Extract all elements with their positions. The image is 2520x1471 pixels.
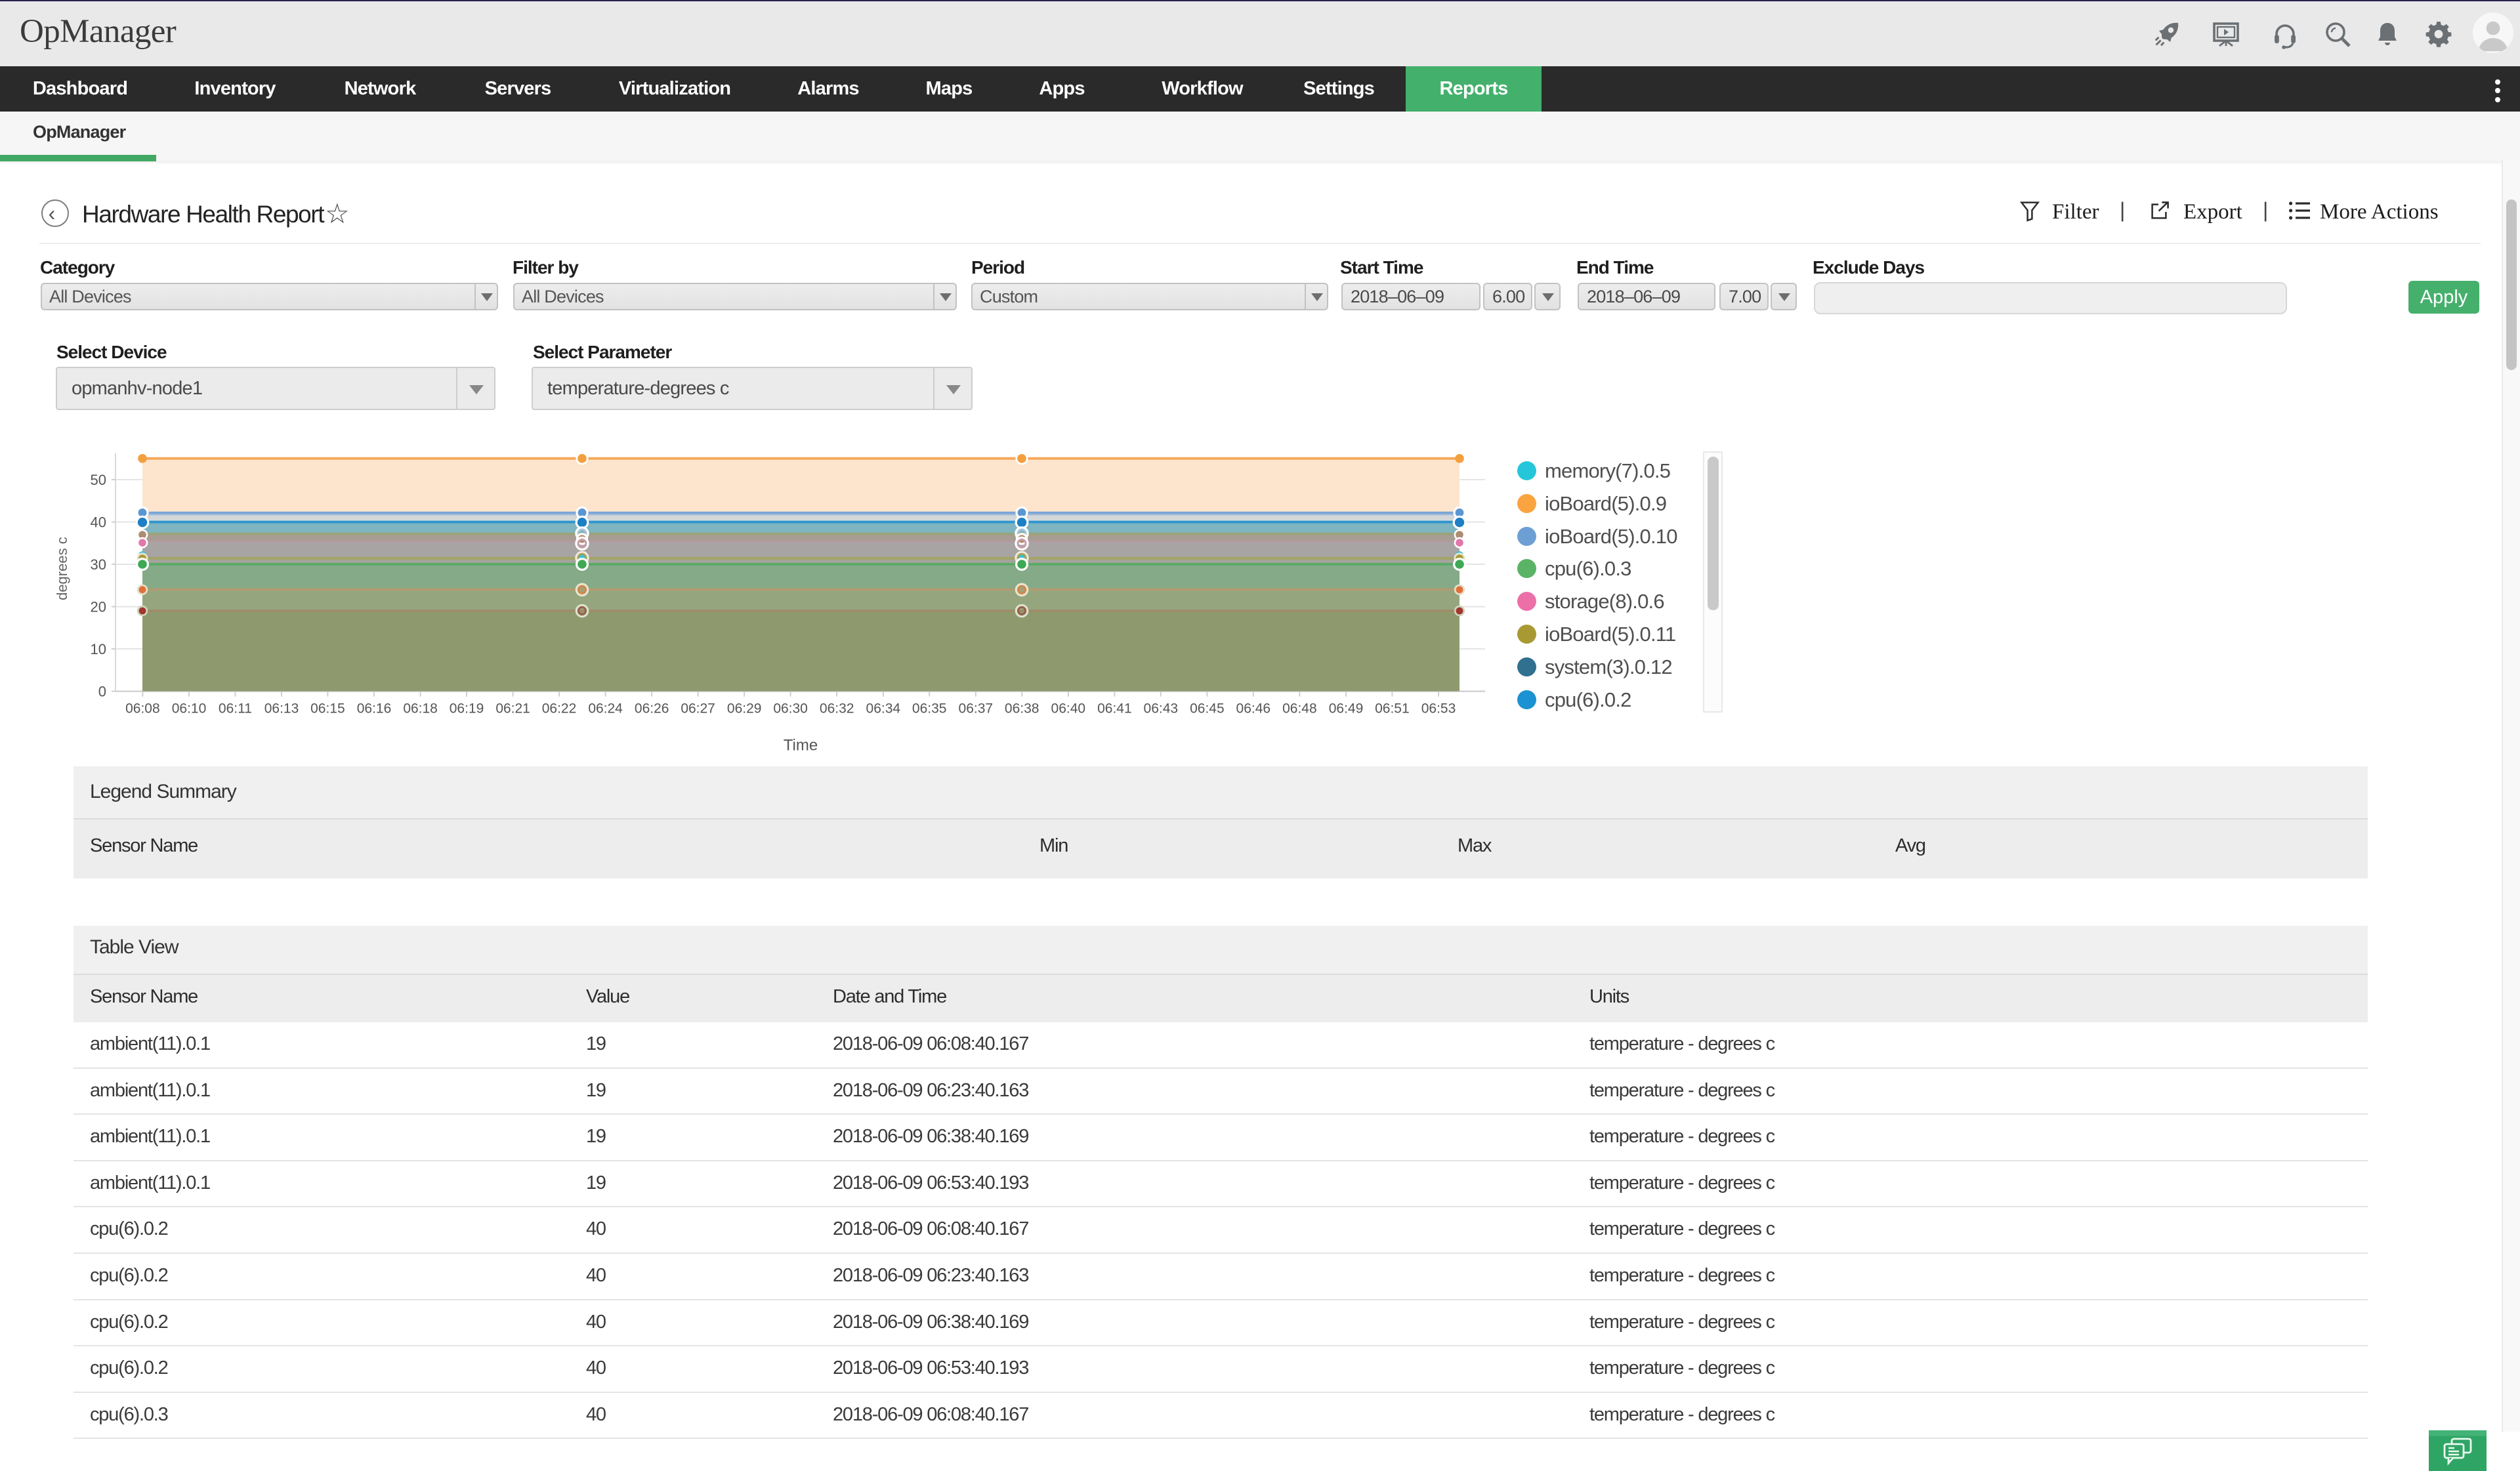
svg-text:06:41: 06:41	[1097, 701, 1132, 716]
svg-text:06:08: 06:08	[125, 701, 160, 716]
svg-text:06:22: 06:22	[542, 701, 577, 716]
svg-text:06:13: 06:13	[264, 701, 299, 716]
svg-text:06:51: 06:51	[1375, 701, 1410, 716]
svg-text:06:15: 06:15	[310, 701, 345, 716]
svg-text:06:24: 06:24	[588, 701, 623, 716]
svg-text:06:43: 06:43	[1144, 701, 1179, 716]
svg-text:06:37: 06:37	[959, 701, 994, 716]
svg-text:20: 20	[91, 599, 106, 615]
svg-text:06:29: 06:29	[727, 701, 762, 716]
svg-text:40: 40	[91, 514, 106, 531]
svg-text:06:34: 06:34	[866, 701, 901, 716]
svg-text:Time: Time	[784, 737, 818, 755]
svg-text:10: 10	[91, 641, 106, 657]
svg-text:06:32: 06:32	[820, 701, 854, 716]
svg-text:06:30: 06:30	[773, 701, 808, 716]
svg-text:06:27: 06:27	[681, 701, 715, 716]
svg-text:06:16: 06:16	[357, 701, 392, 716]
svg-text:30: 30	[91, 556, 106, 573]
svg-text:06:40: 06:40	[1051, 701, 1086, 716]
svg-text:06:21: 06:21	[495, 701, 530, 716]
svg-text:06:38: 06:38	[1005, 701, 1040, 716]
svg-text:50: 50	[91, 472, 106, 488]
svg-text:06:46: 06:46	[1236, 701, 1271, 716]
svg-text:06:53: 06:53	[1421, 701, 1456, 716]
svg-text:06:45: 06:45	[1190, 701, 1225, 716]
svg-text:06:35: 06:35	[912, 701, 947, 716]
svg-text:0: 0	[98, 684, 106, 700]
svg-text:06:48: 06:48	[1282, 701, 1317, 716]
svg-text:06:18: 06:18	[403, 701, 438, 716]
svg-text:06:11: 06:11	[219, 701, 252, 716]
svg-text:06:26: 06:26	[635, 701, 669, 716]
svg-text:06:19: 06:19	[450, 701, 484, 716]
svg-text:06:10: 06:10	[172, 701, 207, 716]
svg-text:degrees c: degrees c	[54, 537, 70, 600]
svg-text:06:49: 06:49	[1329, 701, 1364, 716]
